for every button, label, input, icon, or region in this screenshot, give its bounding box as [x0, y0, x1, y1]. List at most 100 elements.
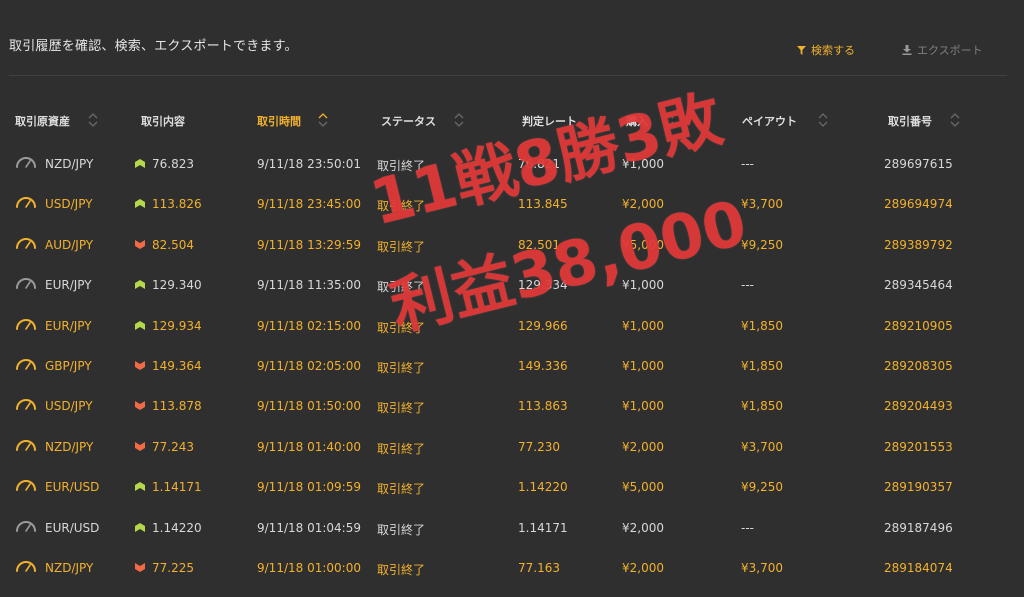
cell-trade-id: 289201553 — [884, 439, 953, 454]
high-arrow-icon — [135, 280, 145, 290]
sort-icon[interactable] — [950, 111, 960, 129]
cell-entry-rate: 77.225 — [152, 561, 194, 575]
cell-status: 取引終了 — [377, 482, 426, 497]
gauge-icon — [16, 197, 36, 209]
cell-purchase: ¥2,000 — [622, 561, 664, 575]
cell-judge-rate: 1.14220 — [518, 480, 568, 495]
sort-icon[interactable] — [818, 111, 828, 129]
cell-payout: ¥1,850 — [741, 359, 783, 373]
cell-judge-rate: 149.336 — [518, 359, 568, 373]
cell-trade-id: 289208305 — [884, 359, 953, 373]
cell-payout: ¥3,700 — [741, 561, 783, 575]
cell-asset: NZD/JPY — [45, 157, 94, 171]
cell-asset: USD/JPY — [45, 399, 93, 414]
cell-trade-id: 289345464 — [884, 278, 953, 293]
cell-payout: --- — [741, 157, 754, 171]
cell-trade-id: 289389792 — [884, 237, 953, 252]
cell-asset: EUR/USD — [45, 520, 100, 535]
low-arrow-icon — [135, 361, 145, 370]
export-button-label: エクスポート — [917, 44, 983, 57]
cell-asset: NZD/JPY — [45, 561, 94, 575]
table-row[interactable]: NZD/JPY 77.225 9/11/18 01:00:00 取引終了 77.163 ¥… — [0, 549, 1024, 589]
cell-trade-id: 289190357 — [884, 480, 953, 495]
table-row[interactable]: GBP/JPY 149.364 9/11/18 02:05:00 取引終了 149.33… — [0, 347, 1024, 387]
cell-time: 9/11/18 01:50:00 — [257, 399, 361, 414]
cell-entry-rate: 113.878 — [152, 399, 202, 414]
cell-payout: --- — [741, 520, 754, 535]
cell-trade-id: 289204493 — [884, 399, 953, 414]
cell-payout: ¥3,700 — [741, 439, 783, 454]
header-divider — [9, 75, 1007, 76]
table-row[interactable]: USD/JPY 113.878 9/11/18 01:50:00 取引終了 113.86… — [0, 387, 1024, 427]
high-arrow-icon — [135, 482, 145, 492]
filter-icon — [797, 45, 806, 55]
col-header-payout[interactable]: ペイアウト — [742, 113, 797, 129]
cell-entry-rate: 77.243 — [152, 439, 194, 454]
cell-entry-rate: 82.504 — [152, 237, 194, 252]
cell-judge-rate: 77.230 — [518, 439, 560, 454]
table-row[interactable]: EUR/USD 1.14171 9/11/18 01:09:59 取引終了 1.1422… — [0, 468, 1024, 508]
gauge-icon — [16, 520, 36, 532]
cell-time: 9/11/18 01:09:59 — [257, 480, 361, 495]
cell-judge-rate: 77.163 — [518, 561, 560, 575]
cell-time: 9/11/18 23:50:01 — [257, 157, 361, 171]
cell-status: 取引終了 — [377, 361, 426, 375]
sort-icon-active[interactable] — [318, 111, 328, 129]
sort-icon[interactable] — [454, 111, 464, 129]
cell-asset: USD/JPY — [45, 197, 93, 212]
low-arrow-icon — [135, 441, 145, 451]
cell-trade-id: 289694974 — [884, 197, 953, 212]
sort-icon[interactable] — [88, 111, 98, 129]
low-arrow-icon — [135, 563, 145, 572]
cell-payout: ¥3,700 — [741, 197, 783, 212]
col-header-asset[interactable]: 取引原資産 — [15, 113, 70, 129]
cell-purchase: ¥1,000 — [622, 399, 664, 414]
cell-entry-rate: 129.934 — [152, 318, 202, 333]
cell-judge-rate: 1.14171 — [518, 520, 568, 535]
cell-judge-rate: 129.966 — [518, 318, 568, 333]
table-row[interactable]: EUR/USD 1.14220 9/11/18 01:04:59 取引終了 1.1417… — [0, 509, 1024, 549]
col-header-trade[interactable]: 取引内容 — [141, 113, 185, 129]
cell-asset: EUR/USD — [45, 480, 100, 495]
cell-entry-rate: 76.823 — [152, 157, 194, 171]
col-header-trade-id[interactable]: 取引番号 — [888, 113, 932, 129]
cell-payout: ¥9,250 — [741, 480, 783, 495]
cell-entry-rate: 129.340 — [152, 278, 202, 293]
download-icon — [902, 45, 912, 55]
high-arrow-icon — [135, 159, 145, 168]
cell-judge-rate: 113.863 — [518, 399, 568, 414]
cell-asset: EUR/JPY — [45, 278, 92, 293]
col-header-time[interactable]: 取引時間 — [257, 113, 301, 129]
high-arrow-icon — [135, 320, 145, 330]
cell-time: 9/11/18 23:45:00 — [257, 197, 361, 212]
cell-status: 取引終了 — [377, 441, 426, 456]
export-button[interactable]: エクスポート — [902, 42, 983, 58]
table-row[interactable]: NZD/JPY 77.243 9/11/18 01:40:00 取引終了 77.230 ¥… — [0, 428, 1024, 468]
cell-payout: --- — [741, 278, 754, 293]
gauge-icon — [16, 237, 36, 249]
cell-asset: EUR/JPY — [45, 318, 92, 333]
gauge-icon — [16, 480, 36, 492]
cell-time: 9/11/18 01:40:00 — [257, 439, 361, 454]
gauge-icon — [16, 318, 36, 330]
cell-trade-id: 289184074 — [884, 561, 953, 575]
trade-history-page: 取引履歴を確認、検索、エクスポートできます。 検索する エクスポート 取引原資産… — [0, 0, 1024, 597]
gauge-icon — [16, 157, 36, 168]
cell-status: 取引終了 — [377, 401, 426, 416]
gauge-icon — [16, 278, 36, 290]
cell-asset: AUD/JPY — [45, 237, 94, 252]
cell-purchase: ¥2,000 — [622, 520, 664, 535]
page-intro: 取引履歴を確認、検索、エクスポートできます。 — [9, 39, 298, 54]
cell-trade-id: 289697615 — [884, 157, 953, 171]
cell-status: 取引終了 — [377, 522, 426, 537]
cell-asset: NZD/JPY — [45, 439, 94, 454]
high-arrow-icon — [135, 199, 145, 209]
high-arrow-icon — [135, 522, 145, 532]
cell-time: 9/11/18 11:35:00 — [257, 278, 361, 293]
cell-time: 9/11/18 02:15:00 — [257, 318, 361, 333]
cell-payout: ¥1,850 — [741, 318, 783, 333]
cell-status: 取引終了 — [377, 563, 426, 577]
search-button[interactable]: 検索する — [797, 42, 855, 58]
cell-time: 9/11/18 13:29:59 — [257, 237, 361, 252]
col-header-status[interactable]: ステータス — [381, 113, 436, 129]
